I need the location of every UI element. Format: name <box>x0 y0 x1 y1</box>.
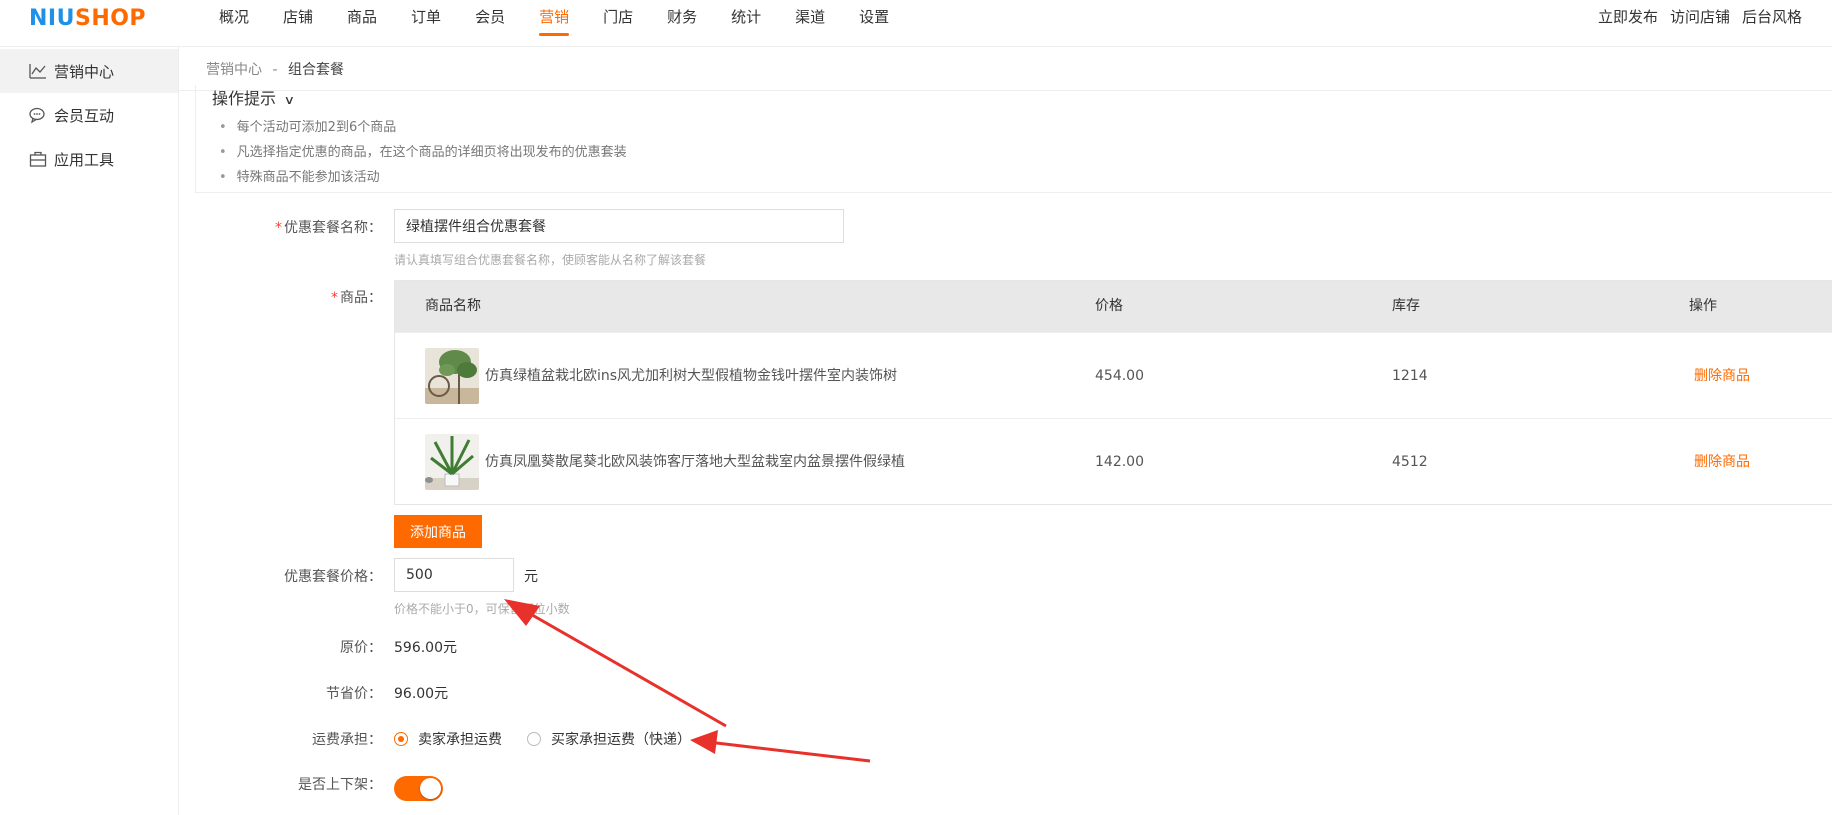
saved-price-value: 96.00元 <box>394 686 449 702</box>
tip-item: 凡选择指定优惠的商品，在这个商品的详细页将出现发布的优惠套装 <box>219 140 627 165</box>
package-price-input[interactable]: 500 <box>394 558 514 592</box>
package-price-label: 优惠套餐价格： <box>284 569 382 585</box>
original-price-value: 596.00元 <box>394 640 457 656</box>
goods-name: 仿真绿植盆栽北欧ins风尤加利树大型假植物金钱叶摆件室内装饰树 <box>485 368 898 384</box>
original-price-label: 原价： <box>340 640 382 656</box>
radio-selected-icon <box>394 732 408 746</box>
shipping-option-seller[interactable]: 卖家承担运费 <box>394 729 502 749</box>
sidebar-item-label: 会员互动 <box>54 106 115 125</box>
nav-item-settings[interactable]: 设置 <box>859 0 889 47</box>
goods-stock: 4512 <box>1392 454 1428 470</box>
goods-label: * 商品： <box>331 290 382 306</box>
chat-icon <box>29 107 45 124</box>
operation-tips: 操作提示 ∨ 每个活动可添加2到6个商品 凡选择指定优惠的商品，在这个商品的详细… <box>195 85 1832 193</box>
goods-table-header: 商品名称 价格 库存 操作 <box>395 281 1832 332</box>
shipping-label: 运费承担： <box>312 732 382 748</box>
package-name-input[interactable]: 绿植摆件组合优惠套餐 <box>394 209 844 243</box>
nav-item-channels[interactable]: 渠道 <box>795 0 825 47</box>
nav-item-members[interactable]: 会员 <box>475 0 505 47</box>
nav-item-stats[interactable]: 统计 <box>731 0 761 47</box>
top-nav-bar: NIUSHOP 概况 店铺 商品 订单 会员 营销 门店 财务 统计 渠道 设置… <box>0 0 1832 47</box>
package-name-hint: 请认真填写组合优惠套餐名称，使顾客能从名称了解该套餐 <box>394 253 707 267</box>
goods-name: 仿真凤凰葵散尾葵北欧风装饰客厅落地大型盆栽室内盆景摆件假绿植 <box>485 454 905 470</box>
chart-icon <box>29 64 46 79</box>
nav-item-stores[interactable]: 门店 <box>603 0 633 47</box>
nav-item-finance[interactable]: 财务 <box>667 0 697 47</box>
niushop-logo[interactable]: NIUSHOP <box>29 6 146 31</box>
admin-style-link[interactable]: 后台风格 <box>1742 0 1802 34</box>
tip-item: 每个活动可添加2到6个商品 <box>219 115 627 140</box>
saved-price-label: 节省价： <box>326 686 382 702</box>
radio-unselected-icon <box>527 732 541 746</box>
tips-list: 每个活动可添加2到6个商品 凡选择指定优惠的商品，在这个商品的详细页将出现发布的… <box>219 115 627 190</box>
col-goods-name: 商品名称 <box>425 298 481 314</box>
toolbox-icon <box>29 151 47 167</box>
table-row: 仿真凤凰葵散尾葵北欧风装饰客厅落地大型盆栽室内盆景摆件假绿植 142.00 45… <box>395 418 1832 504</box>
main-nav: 概况 店铺 商品 订单 会员 营销 门店 财务 统计 渠道 设置 <box>219 0 923 47</box>
nav-item-marketing[interactable]: 营销 <box>539 0 570 47</box>
publish-link[interactable]: 立即发布 <box>1598 0 1658 34</box>
add-goods-button[interactable]: 添加商品 <box>394 515 482 548</box>
tip-item: 特殊商品不能参加该活动 <box>219 165 627 190</box>
shipping-option-buyer[interactable]: 买家承担运费（快递） <box>527 729 691 749</box>
breadcrumb-parent[interactable]: 营销中心 <box>206 62 262 78</box>
arrow-to-buyer-shipping <box>690 730 871 763</box>
price-unit: 元 <box>524 569 538 585</box>
goods-stock: 1214 <box>1392 368 1428 384</box>
goods-thumbnail[interactable] <box>425 434 479 490</box>
delete-goods-button[interactable]: 删除商品 <box>1694 419 1750 505</box>
nav-item-shop[interactable]: 店铺 <box>283 0 313 47</box>
chevron-down-icon: ∨ <box>283 93 296 107</box>
col-stock: 库存 <box>1392 298 1420 314</box>
col-action: 操作 <box>1689 298 1717 314</box>
goods-table: 商品名称 价格 库存 操作 仿真绿植盆栽北欧ins风尤加利树大型假植物金钱叶摆件… <box>394 280 1832 505</box>
sidebar-item-label: 应用工具 <box>54 150 115 169</box>
nav-item-orders[interactable]: 订单 <box>411 0 441 47</box>
nav-item-overview[interactable]: 概况 <box>219 0 249 47</box>
sidebar-item-marketing-center[interactable]: 营销中心 <box>0 49 178 93</box>
col-price: 价格 <box>1095 298 1123 314</box>
sidebar: 营销中心 会员互动 应用工具 <box>0 47 179 815</box>
table-row: 仿真绿植盆栽北欧ins风尤加利树大型假植物金钱叶摆件室内装饰树 454.00 1… <box>395 332 1832 418</box>
nav-item-goods[interactable]: 商品 <box>347 0 377 47</box>
package-name-label: * 优惠套餐名称： <box>275 220 382 236</box>
goods-price: 454.00 <box>1095 368 1144 384</box>
visit-shop-link[interactable]: 访问店铺 <box>1670 0 1730 34</box>
tips-title[interactable]: 操作提示 ∨ <box>212 85 296 109</box>
sidebar-item-label: 营销中心 <box>54 62 115 81</box>
sidebar-item-member-interaction[interactable]: 会员互动 <box>0 93 178 137</box>
on-sale-label: 是否上下架： <box>298 777 382 793</box>
on-sale-toggle[interactable] <box>394 776 443 801</box>
breadcrumb-current: 组合套餐 <box>287 62 344 78</box>
sidebar-item-app-tools[interactable]: 应用工具 <box>0 137 178 181</box>
arrow-to-price-input <box>504 599 727 728</box>
breadcrumb: 营销中心 - 组合套餐 <box>206 59 344 79</box>
top-right-links: 立即发布 访问店铺 后台风格 <box>1598 0 1802 34</box>
goods-thumbnail[interactable] <box>425 348 479 404</box>
package-price-hint: 价格不能小于0，可保留两位小数 <box>394 602 570 616</box>
toggle-knob <box>420 778 441 799</box>
delete-goods-button[interactable]: 删除商品 <box>1694 333 1750 419</box>
goods-price: 142.00 <box>1095 454 1144 470</box>
breadcrumb-separator: - <box>272 62 278 78</box>
